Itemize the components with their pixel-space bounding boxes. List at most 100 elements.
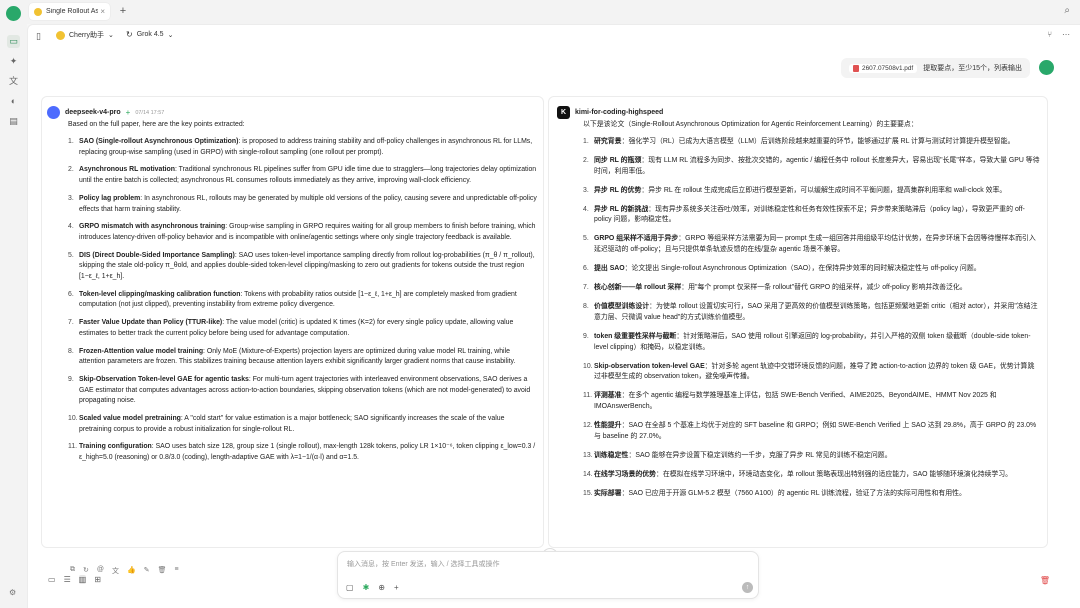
key-point-body: ：SAO 已应用于开源 GLM-5.2 模型（7560 A100）的 agent… xyxy=(621,489,966,497)
message-composer[interactable]: 输入消息，按 Enter 发送，输入 / 选择工具或操作 ▢ ✱ ⊕ + ↑ xyxy=(337,551,759,599)
model-name: deepseek-v4-pro xyxy=(65,109,121,116)
deepseek-logo-icon xyxy=(47,106,60,119)
layout-columns-icon[interactable]: ▥ xyxy=(78,575,87,584)
key-point-number: 9. xyxy=(583,332,589,340)
plus-icon[interactable]: + xyxy=(394,583,399,592)
kimi-logo-icon: K xyxy=(557,106,570,119)
tab-conversation[interactable]: Single Rollout Asy × xyxy=(29,3,110,20)
key-point-text: 评测基准：在多个 agentic 编程与数学推理基准上评估，包括 SWE-Ben… xyxy=(594,391,1041,412)
close-icon[interactable]: × xyxy=(100,7,105,16)
key-point-body: ：现有异步系统多关注吞吐/效率，对训练稳定性和任务有效性探索不足；异步带来策略滞… xyxy=(594,205,1025,224)
key-point-number: 7. xyxy=(583,284,589,292)
key-point-item: 7. 核心创新——单 rollout 采样：用"每个 prompt 仅采样一条 r… xyxy=(583,283,1041,294)
response-intro: 以下是该论文（Single-Rollout Asynchronous Optim… xyxy=(583,121,918,128)
user-avatar[interactable] xyxy=(6,6,21,21)
key-point-text: Policy lag problem: In asynchronous RL, … xyxy=(79,194,538,215)
model-selector[interactable]: ↻ Grok 4.5 ⌄ xyxy=(126,30,173,39)
key-point-number: 10. xyxy=(583,362,593,370)
folder-icon[interactable]: ▭ xyxy=(48,575,56,584)
key-point-title: 同步 RL 的瓶颈 xyxy=(594,157,642,164)
key-point-title: Scaled value model pretraining xyxy=(79,415,181,423)
translate-icon[interactable]: 文 xyxy=(7,75,20,88)
key-point-text: Training configuration: SAO uses batch s… xyxy=(79,442,538,463)
translate-icon[interactable]: 文 xyxy=(112,566,119,576)
key-point-text: Asynchronous RL motivation: Traditional … xyxy=(79,165,538,186)
files-icon[interactable]: ▤ xyxy=(7,115,20,128)
user-message: 2607.07508v1.pdf 提取要点，至少15个，列表输出 xyxy=(841,58,1030,78)
key-point-number: 10. xyxy=(68,415,78,423)
key-point-item: 3. Policy lag problem: In asynchronous RL… xyxy=(68,194,538,215)
globe-icon[interactable]: ⊕ xyxy=(378,583,385,592)
thumb-up-icon[interactable]: 👍 xyxy=(127,566,136,576)
key-point-number: 8. xyxy=(583,303,589,311)
layout-grid-icon[interactable]: ⊞ xyxy=(94,575,101,584)
key-point-number: 1. xyxy=(68,138,74,145)
response-column-right: K kimi-for-coding-highspeed 以下是该论文（Singl… xyxy=(548,96,1048,548)
key-point-text: 价值模型训练设计：为使单 rollout 设置切实可行，SAO 采用了更高效的价… xyxy=(594,302,1041,323)
key-point-number: 12. xyxy=(583,421,593,429)
response-column-left: deepseek-v4-pro + 07/14 17:57 Based on t… xyxy=(41,96,544,548)
key-point-number: 2. xyxy=(68,166,74,174)
assistant-selector[interactable]: Cherry助手 ⌄ xyxy=(56,30,114,40)
key-point-number: 11. xyxy=(583,392,593,400)
more-icon[interactable]: ⋯ xyxy=(1062,30,1070,39)
assistant-name: Cherry助手 xyxy=(69,32,105,39)
key-point-text: 同步 RL 的瓶颈：现有 LLM RL 流程多为同步、按批次交错的，agenti… xyxy=(594,156,1041,177)
new-tab-plus-icon[interactable]: + xyxy=(117,5,129,17)
palette-icon[interactable]: ◐ xyxy=(7,95,20,108)
key-point-item: 10. Scaled value model pretraining: A "co… xyxy=(68,414,538,435)
search-icon[interactable]: ⌕ xyxy=(1064,5,1070,16)
key-point-number: 15. xyxy=(583,489,593,497)
message-header: K kimi-for-coding-highspeed xyxy=(557,106,663,119)
key-point-title: 在线学习场景的优势 xyxy=(594,470,657,478)
key-point-item: 15. 实际部署：SAO 已应用于开源 GLM-5.2 模型（7560 A100）… xyxy=(583,489,1041,500)
key-point-number: 6. xyxy=(583,265,589,273)
key-point-title: GRPO 组采样不适用于异步 xyxy=(594,235,679,243)
key-point-text: Faster Value Update than Policy (TTUR-li… xyxy=(79,318,538,339)
key-point-item: 2. Asynchronous RL motivation: Traditiona… xyxy=(68,165,538,186)
key-point-text: DIS (Direct Double-Sided Importance Samp… xyxy=(79,251,538,283)
key-point-body: ：现有 LLM RL 流程多为同步、按批次交错的，agentic / 编程任务中… xyxy=(594,157,1040,175)
layout-stack-icon[interactable]: ☰ xyxy=(64,575,71,584)
menu-icon[interactable]: ≡ xyxy=(174,566,178,576)
key-point-text: 核心创新——单 rollout 采样：用"每个 prompt 仅采样一条 rol… xyxy=(594,283,967,294)
key-point-text: SAO (Single-rollout Asynchronous Optimiz… xyxy=(79,137,538,158)
key-point-item: 8. Frozen-Attention value model training:… xyxy=(68,347,538,368)
key-point-text: 研究背景：强化学习（RL）已成为大语言模型（LLM）后训练阶段越来越重要的环节，… xyxy=(594,137,1014,148)
key-point-item: 11. 评测基准：在多个 agentic 编程与数学推理基准上评估，包括 SWE-… xyxy=(583,391,1041,412)
app-window: ▭ ✦ 文 ◐ ▤ ⚙ Single Rollout Asy × + ⌕ ▯ C… xyxy=(0,0,1080,608)
sparkle-icon[interactable]: ✦ xyxy=(7,55,20,68)
key-point-number: 8. xyxy=(68,347,74,355)
user-message-text: 提取要点，至少15个，列表输出 xyxy=(923,65,1022,72)
delete-icon[interactable]: 🗑 xyxy=(158,566,167,576)
branch-icon[interactable]: ⑂ xyxy=(1047,30,1052,39)
attachment-chip[interactable]: 2607.07508v1.pdf xyxy=(849,63,918,73)
key-point-title: Training configuration xyxy=(79,443,152,451)
send-button[interactable]: ↑ xyxy=(742,582,753,593)
key-point-item: 10. Skip-observation token-level GAE：针对多轮… xyxy=(583,362,1041,383)
key-point-number: 5. xyxy=(583,235,589,243)
key-point-number: 14. xyxy=(583,470,593,478)
key-point-body: ：SAO 能够在异步设置下稳定训练约一千步，克服了异步 RL 常见的训练不稳定问… xyxy=(628,451,892,459)
composer-input[interactable]: 输入消息，按 Enter 发送，输入 / 选择工具或操作 xyxy=(347,559,747,569)
key-point-title: Token-level clipping/masking calibration… xyxy=(79,290,241,298)
key-points-list: 1. SAO (Single-rollout Asynchronous Optim… xyxy=(68,137,538,471)
chat-bubble-icon[interactable]: ▢ xyxy=(346,583,354,592)
lightbulb-icon[interactable]: ✱ xyxy=(363,583,370,592)
key-point-title: 异步 RL 的新挑战 xyxy=(594,205,649,213)
key-point-item: 5. DIS (Direct Double-Sided Importance Sa… xyxy=(68,251,538,283)
edit-icon[interactable]: ✎ xyxy=(144,566,150,576)
key-point-body: ：为使单 rollout 设置切实可行，SAO 采用了更高效的价值模型训练策略，… xyxy=(594,303,1038,321)
sidebar-toggle-icon[interactable]: ▯ xyxy=(36,31,41,42)
trash-icon[interactable]: 🗑 xyxy=(1040,576,1050,585)
chevron-down-icon: ⌄ xyxy=(108,32,114,39)
key-point-text: 实际部署：SAO 已应用于开源 GLM-5.2 模型（7560 A100）的 a… xyxy=(594,489,966,500)
key-point-body: ：用"每个 prompt 仅采样一条 rollout"替代 GRPO 的组采样，… xyxy=(681,284,967,292)
settings-gear-icon[interactable]: ⚙ xyxy=(9,588,16,597)
chat-icon[interactable]: ▭ xyxy=(7,35,20,48)
key-point-title: 价值模型训练设计 xyxy=(594,303,650,311)
key-point-title: 实际部署 xyxy=(594,489,622,497)
composer-tools: ▢ ✱ ⊕ + xyxy=(346,583,399,592)
fade-overlay xyxy=(42,531,543,547)
tab-bar: Single Rollout Asy × + ⌕ xyxy=(27,0,1080,24)
